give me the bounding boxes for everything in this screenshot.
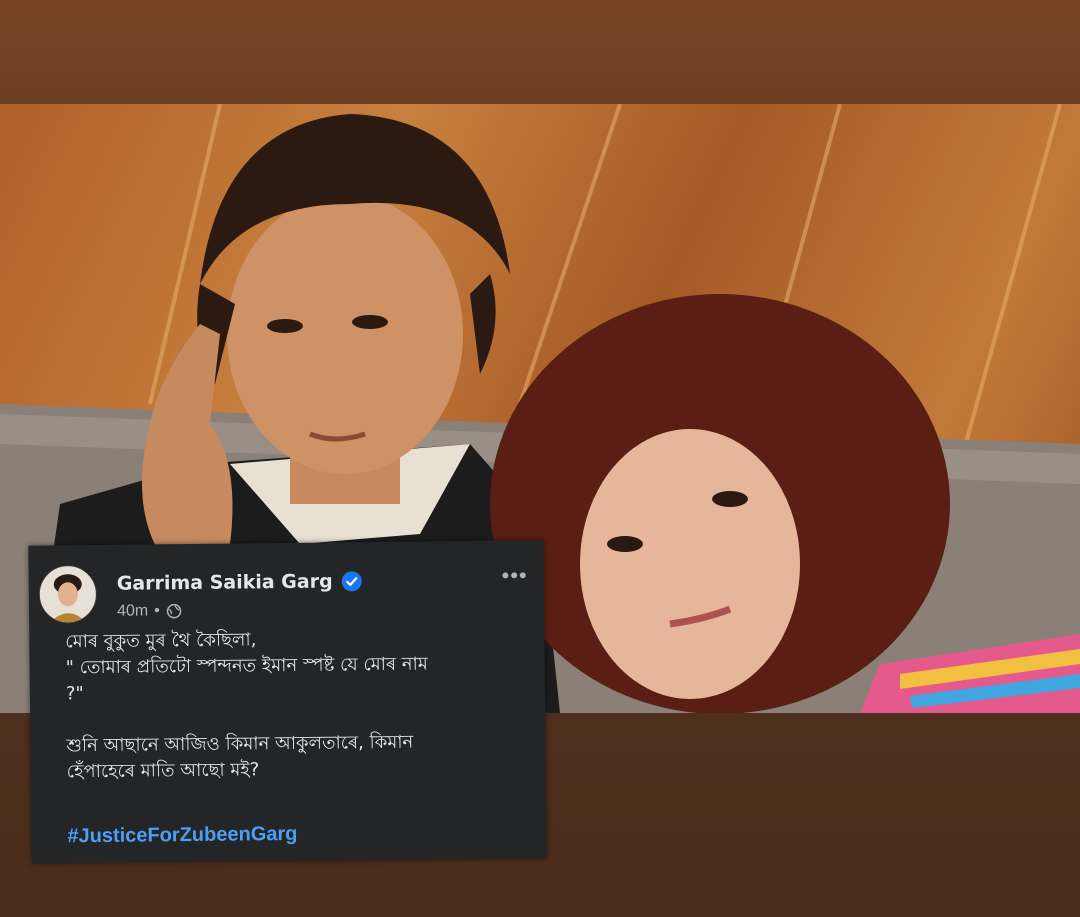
- post-time[interactable]: 40m: [117, 602, 148, 620]
- author-name[interactable]: Garrima Saikia Garg: [117, 571, 333, 595]
- verified-badge-icon: [341, 570, 363, 592]
- post-line: হেঁপাহেৰে মাতি আছো মই?: [66, 759, 260, 783]
- globe-icon[interactable]: [166, 603, 182, 619]
- avatar[interactable]: [38, 564, 98, 624]
- more-options-icon[interactable]: •••: [501, 562, 527, 588]
- meta-separator: •: [154, 602, 160, 620]
- post-text: মোৰ বুকুত মুৰ থৈ কৈছিলা, " তোমাৰ প্ৰতিটো…: [65, 625, 507, 786]
- post-card: Garrima Saikia Garg 40m • ••• মোৰ বুকুত …: [28, 540, 547, 864]
- hashtag-link[interactable]: #JusticeForZubeenGarg: [67, 823, 297, 848]
- avatar-image: [39, 566, 97, 623]
- post-meta: 40m •: [117, 602, 182, 621]
- author-row: Garrima Saikia Garg: [117, 570, 363, 595]
